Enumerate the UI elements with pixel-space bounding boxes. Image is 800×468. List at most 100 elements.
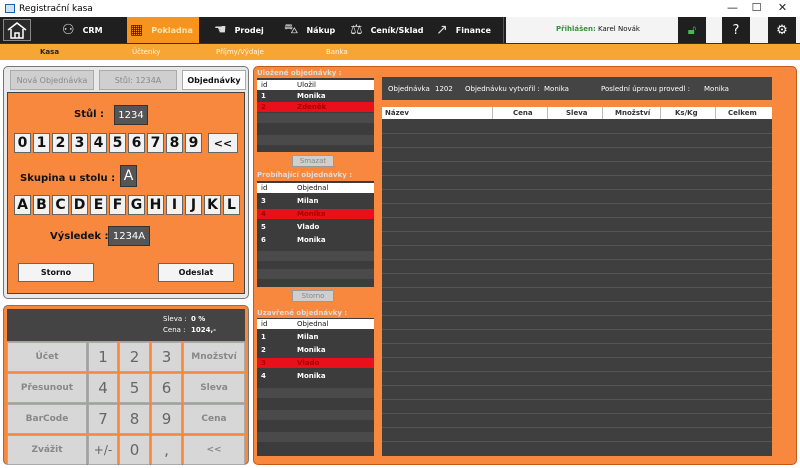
help-button[interactable]: ? — [722, 17, 750, 43]
letter-key[interactable]: H — [147, 195, 164, 215]
hand-icon: ☚ — [214, 22, 227, 38]
created-label: Objednávku vytvořil : — [465, 85, 540, 93]
list-item-selected[interactable]: 2 Zdeněk — [257, 102, 374, 112]
tab-prodej[interactable]: ☚ Prodej — [214, 17, 274, 43]
list-item[interactable]: 3 Milan — [257, 196, 374, 206]
pad-digit-key[interactable]: 4 — [88, 373, 118, 403]
pad-digit-key[interactable]: 1 — [88, 342, 118, 372]
closed-orders-list[interactable]: id Objednal 1 Milan 2 Monika 3 Vlado 4 Monika — [257, 318, 374, 456]
delete-button[interactable]: Smazat — [292, 155, 334, 167]
cancel-button[interactable]: Storno — [18, 263, 94, 282]
account-key[interactable]: Účet — [7, 342, 87, 372]
cancel-order-button[interactable]: Storno — [292, 290, 334, 302]
pad-digit-key[interactable]: 5 — [119, 373, 150, 403]
pad-digit-key[interactable]: 2 — [119, 342, 150, 372]
minimize-button[interactable]: — — [720, 0, 745, 17]
send-button[interactable]: Odeslat — [158, 263, 234, 282]
col-discount: Sleva — [566, 109, 588, 117]
subtab-uctenky[interactable]: Účtenky — [132, 48, 160, 56]
list-item-selected[interactable]: 4 Monika — [257, 209, 374, 219]
letter-key[interactable]: J — [185, 195, 202, 215]
list-item[interactable]: 1 Monika — [257, 91, 374, 101]
list-item[interactable]: 6 Monika — [257, 235, 374, 245]
list-item[interactable]: 4 Monika — [257, 371, 374, 381]
tab-new-order[interactable]: Nová Objednávka — [10, 70, 94, 90]
list-item[interactable]: 1 Milan — [257, 332, 374, 342]
digit-key[interactable]: 2 — [52, 133, 69, 153]
scale-icon: ⚖ — [350, 22, 363, 38]
letter-key[interactable]: K — [204, 195, 221, 215]
pad-digit-key[interactable]: 7 — [88, 404, 118, 434]
tab-cenik-sklad[interactable]: ⚖ Ceník/Sklad — [350, 17, 428, 43]
tab-nakup[interactable]: ⛍ Nákup — [284, 17, 346, 43]
weigh-key[interactable]: Zvážit — [7, 435, 87, 465]
backspace-key[interactable]: << — [208, 133, 238, 153]
close-button[interactable]: ✕ — [770, 0, 795, 17]
empty-row — [257, 388, 374, 398]
letter-key[interactable]: C — [52, 195, 69, 215]
barcode-key[interactable]: BarCode — [7, 404, 87, 434]
digit-key[interactable]: 4 — [90, 133, 107, 153]
subtab-banka[interactable]: Banka — [326, 48, 348, 56]
digit-key[interactable]: 9 — [185, 133, 202, 153]
subtab-prijmy-vydaje[interactable]: Příjmy/Výdaje — [216, 48, 264, 56]
pad-digit-key[interactable]: 9 — [151, 404, 182, 434]
col-name: Název — [385, 109, 409, 117]
col-total: Celkem — [728, 109, 757, 117]
digit-key[interactable]: 3 — [71, 133, 88, 153]
discount-key[interactable]: Sleva — [183, 373, 245, 403]
discount-label: Sleva : — [163, 315, 187, 323]
digit-key[interactable]: 8 — [166, 133, 183, 153]
tab-table[interactable]: Stůl: 1234A — [99, 70, 177, 90]
digit-key[interactable]: 6 — [128, 133, 145, 153]
letter-key[interactable]: D — [71, 195, 88, 215]
cash-register-icon: ▦ — [130, 22, 144, 38]
group-display: A — [120, 165, 137, 187]
move-key[interactable]: Přesunout — [7, 373, 87, 403]
cashier-keypad: Sleva : 0 % Cena : 1024,- Účet 1 2 3 Mno… — [3, 305, 249, 465]
app-icon — [5, 4, 15, 13]
maximize-button[interactable]: ☐ — [744, 0, 769, 17]
price-label: Cena : — [163, 326, 186, 334]
comma-key[interactable]: , — [151, 435, 182, 465]
pad-backspace-key[interactable]: << — [183, 435, 245, 465]
subtab-kasa[interactable]: Kasa — [40, 48, 59, 56]
empty-row — [257, 410, 374, 420]
sign-key[interactable]: +/- — [88, 435, 118, 465]
letter-key[interactable]: A — [14, 195, 31, 215]
pad-digit-key[interactable]: 0 — [119, 435, 150, 465]
result-display: 1234A — [108, 226, 150, 246]
letter-key[interactable]: E — [90, 195, 107, 215]
home-button[interactable] — [3, 19, 31, 41]
letter-key[interactable]: B — [33, 195, 50, 215]
letter-key[interactable]: F — [109, 195, 126, 215]
order-items-table[interactable]: Název Cena Sleva Množství Ks/Kg Celkem — [382, 107, 772, 456]
pad-digit-key[interactable]: 8 — [119, 404, 150, 434]
letter-key[interactable]: I — [166, 195, 183, 215]
letter-key[interactable]: L — [223, 195, 240, 215]
tab-pokladna[interactable]: ▦ Pokladna — [127, 17, 199, 43]
saved-orders-list[interactable]: id Uložil 1 Monika 2 Zdeněk — [257, 78, 374, 152]
closed-orders-title: Uzavřené objednávky : — [257, 309, 348, 317]
sub-menu: Kasa Účtenky Příjmy/Výdaje Banka — [0, 43, 800, 60]
chart-icon: ↗ — [436, 22, 448, 38]
tab-orders[interactable]: Objednávky — [182, 70, 246, 90]
list-item-selected[interactable]: 3 Vlado — [257, 358, 374, 368]
digit-key[interactable]: 0 — [14, 133, 31, 153]
running-orders-list[interactable]: id Objednal 3 Milan 4 Monika 5 Vlado 6 Monika — [257, 181, 374, 287]
tab-finance[interactable]: ↗ Finance — [436, 17, 502, 43]
lock-button[interactable]: 🔓︎ — [678, 17, 706, 43]
price-key[interactable]: Cena — [183, 404, 245, 434]
order-label: Objednávka — [388, 85, 430, 93]
pad-digit-key[interactable]: 3 — [151, 342, 182, 372]
letter-key[interactable]: G — [128, 195, 145, 215]
list-item[interactable]: 5 Vlado — [257, 222, 374, 232]
tab-crm[interactable]: ⚇ CRM — [60, 17, 115, 43]
digit-key[interactable]: 5 — [109, 133, 126, 153]
digit-key[interactable]: 7 — [147, 133, 164, 153]
list-item[interactable]: 2 Monika — [257, 345, 374, 355]
settings-button[interactable]: ⚙ — [768, 17, 796, 43]
quantity-key[interactable]: Množství — [183, 342, 245, 372]
pad-digit-key[interactable]: 6 — [151, 373, 182, 403]
digit-key[interactable]: 1 — [33, 133, 50, 153]
